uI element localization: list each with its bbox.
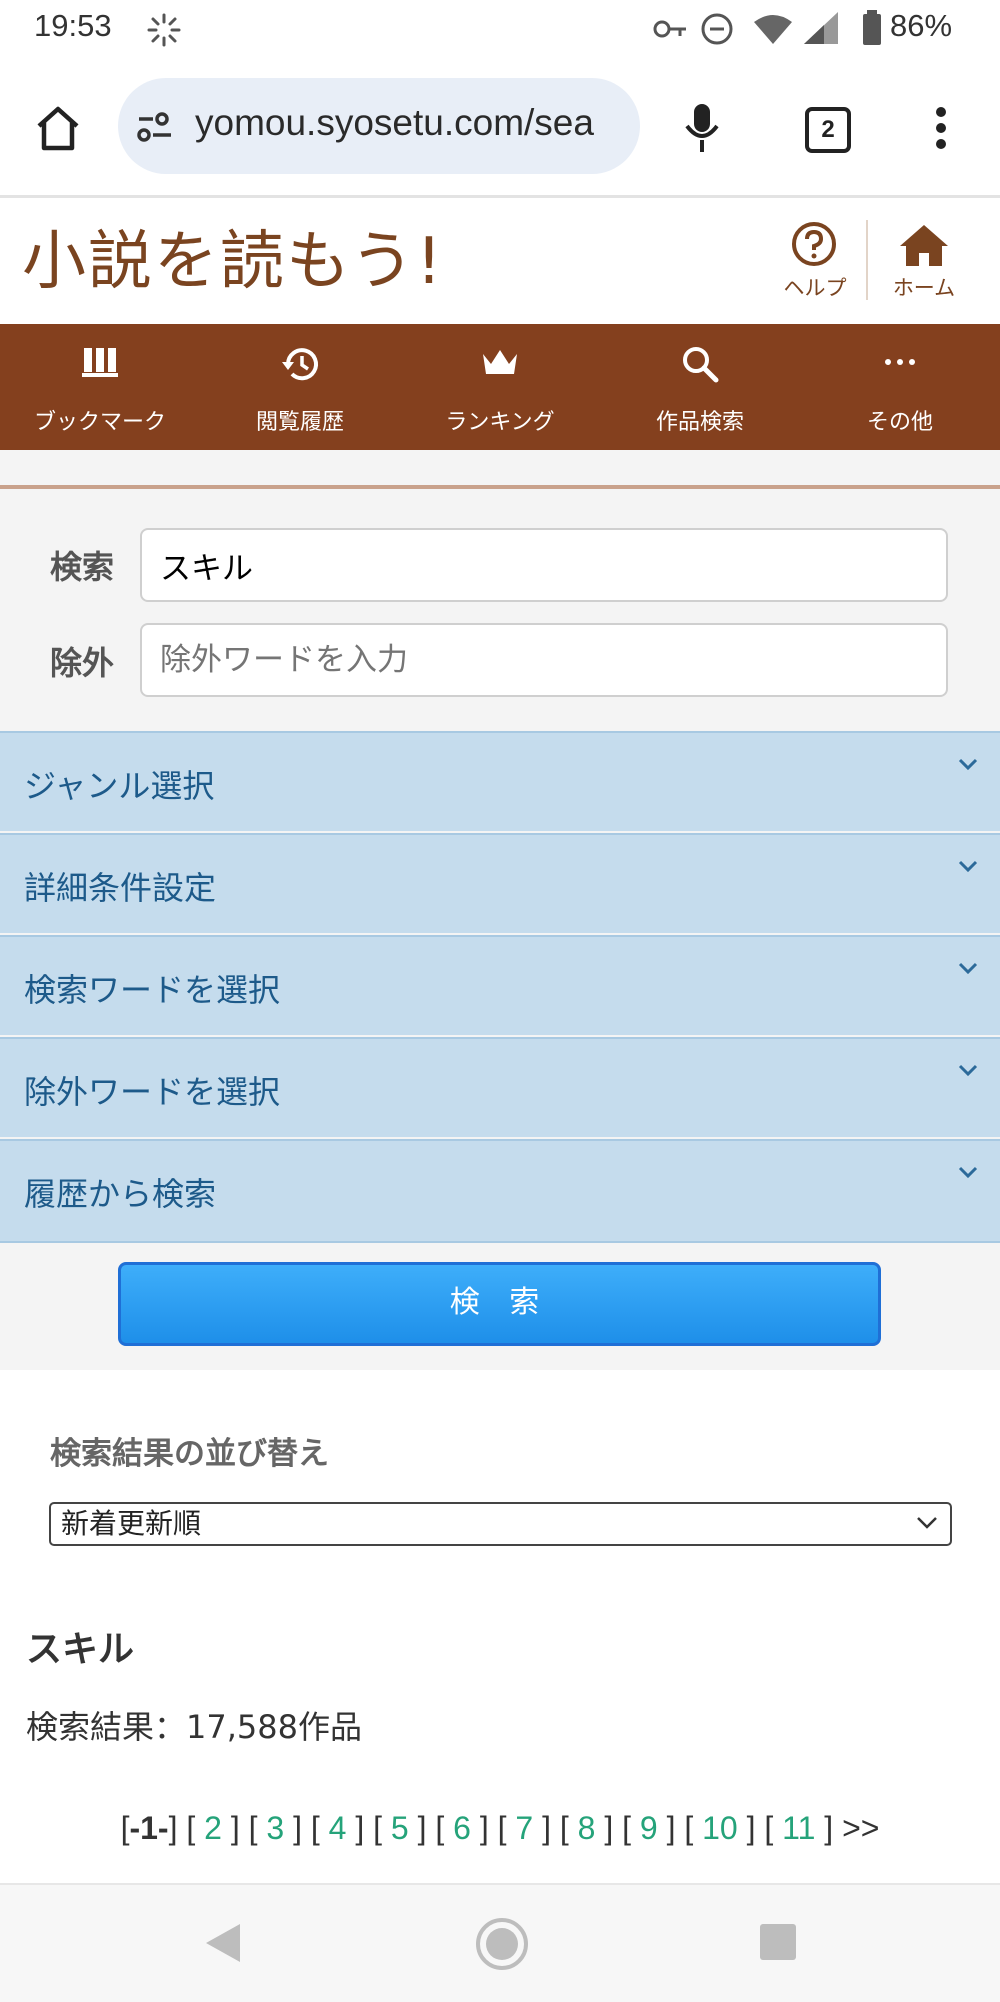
home-icon[interactable] bbox=[898, 222, 950, 268]
url-text[interactable]: yomou.syosetu.com/sea bbox=[195, 102, 620, 144]
help-icon[interactable] bbox=[790, 220, 838, 268]
divider bbox=[0, 195, 1000, 198]
recents-icon[interactable] bbox=[758, 1922, 798, 1962]
divider bbox=[0, 485, 1000, 489]
nav-label-other: その他 bbox=[866, 410, 933, 435]
search-input[interactable] bbox=[140, 528, 948, 602]
chevron-down-icon bbox=[917, 1517, 937, 1529]
pagination-link[interactable]: 3 bbox=[266, 1810, 284, 1846]
search-button[interactable]: 検 索 bbox=[118, 1262, 881, 1346]
result-title: スキル bbox=[26, 1629, 135, 1670]
search-label: 検索 bbox=[50, 548, 115, 586]
chevron-down-icon bbox=[958, 1166, 978, 1179]
nav-item-other[interactable]: その他 bbox=[800, 324, 1000, 450]
pagination-next[interactable]: >> bbox=[842, 1810, 879, 1846]
divider bbox=[866, 220, 868, 300]
result-count: 検索結果：17,588作品 bbox=[26, 1708, 362, 1746]
pagination-link[interactable]: 5 bbox=[391, 1810, 409, 1846]
accordion-label: 除外ワードを選択 bbox=[24, 1073, 281, 1111]
pagination-link[interactable]: 8 bbox=[578, 1810, 596, 1846]
more-horizontal-icon bbox=[885, 359, 915, 365]
accordion-label: 詳細条件設定 bbox=[24, 869, 217, 907]
crown-icon bbox=[483, 350, 517, 374]
loading-icon bbox=[147, 13, 181, 47]
nav-label-bookmark: ブックマーク bbox=[33, 410, 166, 435]
site-logo[interactable]: 小説を読もう! bbox=[22, 210, 444, 302]
back-icon[interactable] bbox=[200, 1920, 246, 1966]
accordion-history-search[interactable]: 履歴から検索 bbox=[0, 1139, 1000, 1243]
pagination-current: -1- bbox=[129, 1810, 169, 1846]
pagination-link[interactable]: 11 bbox=[782, 1810, 815, 1846]
nav-label-ranking: ランキング bbox=[445, 410, 555, 435]
site-settings-icon[interactable] bbox=[135, 110, 175, 144]
pagination-link[interactable]: 6 bbox=[453, 1810, 471, 1846]
nav-item-history[interactable]: 閲覧履歴 bbox=[200, 324, 400, 450]
accordion-genre[interactable]: ジャンル選択 bbox=[0, 731, 1000, 831]
accordion-label: ジャンル選択 bbox=[24, 767, 215, 805]
microphone-icon[interactable] bbox=[684, 102, 720, 154]
battery-icon bbox=[863, 10, 881, 45]
pagination-link[interactable]: 9 bbox=[640, 1810, 658, 1846]
accordion-exclude-words[interactable]: 除外ワードを選択 bbox=[0, 1037, 1000, 1137]
bookmark-icon bbox=[82, 348, 118, 377]
help-label[interactable]: ヘルプ bbox=[765, 272, 865, 302]
chevron-down-icon bbox=[958, 962, 978, 975]
nav-item-search[interactable]: 作品検索 bbox=[600, 324, 800, 450]
accordion-label: 履歴から検索 bbox=[24, 1175, 217, 1213]
home-icon[interactable] bbox=[34, 104, 82, 152]
accordion-label: 検索ワードを選択 bbox=[24, 971, 281, 1009]
nav-item-ranking[interactable]: ランキング bbox=[400, 324, 600, 450]
pagination-bracket: ] bbox=[168, 1810, 178, 1846]
chevron-down-icon bbox=[958, 758, 978, 771]
chevron-down-icon bbox=[958, 860, 978, 873]
sort-select[interactable]: 新着更新順 bbox=[49, 1502, 952, 1546]
nav-label-history: 閲覧履歴 bbox=[255, 410, 344, 435]
sort-selected-value: 新着更新順 bbox=[61, 1507, 202, 1540]
history-icon bbox=[282, 348, 318, 381]
nav-item-bookmark[interactable]: ブックマーク bbox=[0, 324, 200, 450]
home-circle-icon[interactable] bbox=[474, 1916, 530, 1972]
pagination: [-1-] [ 2 ] [ 3 ] [ 4 ] [ 5 ] [ 6 ] [ 7 … bbox=[120, 1810, 880, 1846]
accordion-detail-conditions[interactable]: 詳細条件設定 bbox=[0, 833, 1000, 933]
main-navigation: ブックマーク 閲覧履歴 ランキング 作品検索 その他 bbox=[0, 324, 1000, 450]
pagination-link[interactable]: 4 bbox=[329, 1810, 347, 1846]
exclude-label: 除外 bbox=[50, 644, 115, 682]
accordion-search-words[interactable]: 検索ワードを選択 bbox=[0, 935, 1000, 1035]
battery-percentage: 86% bbox=[890, 8, 953, 43]
search-icon bbox=[683, 347, 719, 383]
pagination-link[interactable]: 2 bbox=[204, 1810, 222, 1846]
chevron-down-icon bbox=[958, 1064, 978, 1077]
cellular-signal-icon bbox=[804, 12, 838, 44]
tab-switcher-button[interactable]: 2 bbox=[805, 107, 851, 153]
home-label[interactable]: ホーム bbox=[874, 272, 974, 302]
sort-heading: 検索結果の並び替え bbox=[50, 1436, 329, 1472]
do-not-disturb-icon bbox=[701, 13, 733, 45]
pagination-link[interactable]: 10 bbox=[702, 1810, 738, 1846]
status-time: 19:53 bbox=[34, 8, 112, 43]
nav-label-search: 作品検索 bbox=[655, 410, 744, 435]
more-options-icon[interactable] bbox=[930, 104, 952, 152]
vpn-key-icon bbox=[653, 20, 686, 38]
exclude-input[interactable] bbox=[140, 623, 948, 697]
wifi-icon bbox=[754, 15, 792, 44]
pagination-link[interactable]: 7 bbox=[515, 1810, 533, 1846]
